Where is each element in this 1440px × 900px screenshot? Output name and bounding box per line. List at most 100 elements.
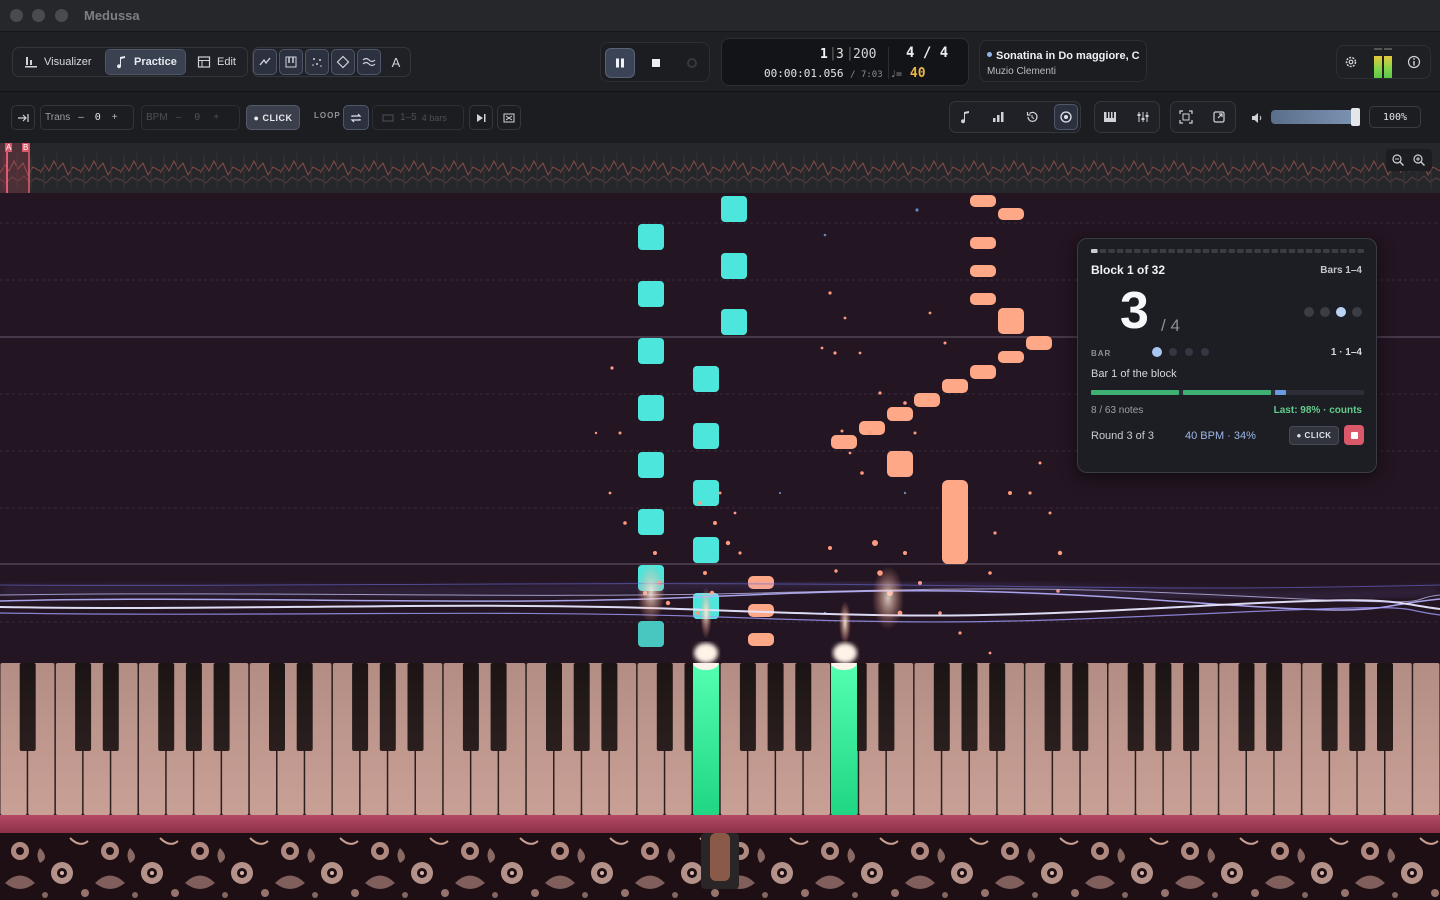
bpm-plus[interactable]: + — [209, 112, 223, 123]
loop-icon — [350, 113, 362, 122]
black-key[interactable] — [601, 663, 618, 751]
fullscreen-button[interactable] — [1174, 104, 1198, 130]
history-button[interactable] — [1020, 104, 1044, 130]
mixer-button[interactable] — [1131, 104, 1155, 130]
bar-dots — [1152, 347, 1209, 357]
black-key[interactable] — [1155, 663, 1172, 751]
jump-start-button[interactable] — [11, 105, 35, 130]
black-key[interactable] — [573, 663, 590, 751]
black-key[interactable] — [296, 663, 313, 751]
transpose-plus[interactable]: + — [108, 112, 122, 123]
black-key[interactable] — [1349, 663, 1366, 751]
record-button[interactable] — [677, 48, 707, 78]
black-key[interactable] — [19, 663, 36, 751]
bpm-minus[interactable]: – — [172, 112, 186, 123]
black-key[interactable] — [213, 663, 230, 751]
black-key[interactable] — [158, 663, 175, 751]
mode-practice-button[interactable]: Practice — [105, 49, 186, 75]
black-key[interactable] — [795, 663, 812, 751]
velocity-button[interactable] — [986, 104, 1010, 130]
piano-keyboard[interactable] — [0, 663, 1440, 815]
black-key[interactable] — [1183, 663, 1200, 751]
info-button[interactable] — [1402, 49, 1426, 75]
black-key[interactable] — [102, 663, 119, 751]
loop-start-button[interactable] — [469, 105, 493, 130]
black-key[interactable] — [933, 663, 950, 751]
keys-tool-button[interactable] — [279, 49, 303, 75]
hand-tool-button[interactable] — [253, 49, 277, 75]
block-dot — [1288, 249, 1296, 253]
black-key[interactable] — [379, 663, 396, 751]
window-close-button[interactable] — [10, 9, 23, 22]
black-key[interactable] — [989, 663, 1006, 751]
target-button[interactable] — [1054, 104, 1078, 130]
zoom-in-icon[interactable] — [1412, 153, 1426, 167]
block-dot — [1357, 249, 1364, 253]
volume-slider[interactable] — [1271, 110, 1359, 124]
black-key[interactable] — [490, 663, 507, 751]
loop-clear-button[interactable] — [497, 105, 521, 130]
black-key[interactable] — [1238, 663, 1255, 751]
level-meter — [1373, 48, 1393, 78]
loop-range[interactable]: 1–5 4 bars — [372, 105, 464, 130]
font-tool-button[interactable]: A — [384, 49, 408, 75]
transpose-minus[interactable]: – — [74, 112, 88, 123]
tempo-display[interactable]: ♩= 40 — [890, 66, 926, 81]
black-key[interactable] — [739, 663, 756, 751]
block-dot — [1297, 249, 1304, 253]
window-minimize-button[interactable] — [32, 9, 45, 22]
black-key[interactable] — [269, 663, 285, 751]
black-key[interactable] — [1072, 663, 1089, 751]
black-key[interactable] — [878, 663, 895, 751]
loop-marker-b[interactable]: B — [22, 143, 30, 152]
black-key[interactable] — [767, 663, 784, 751]
gem-tool-button[interactable] — [331, 49, 355, 75]
black-key[interactable] — [185, 663, 202, 751]
note-display-button[interactable] — [953, 104, 977, 130]
white-key[interactable] — [1413, 663, 1440, 815]
volume-slider-handle[interactable] — [1351, 108, 1360, 126]
volume-button[interactable] — [1245, 105, 1269, 131]
window-maximize-button[interactable] — [55, 9, 68, 22]
mode-visualizer-button[interactable]: Visualizer — [16, 49, 100, 75]
black-key[interactable] — [75, 663, 92, 751]
loop-toggle-button[interactable] — [343, 105, 369, 130]
black-key[interactable] — [1266, 663, 1283, 751]
zoom-level[interactable]: 100% — [1369, 106, 1421, 128]
bpm-value: 0 — [194, 112, 201, 123]
block-dot — [1237, 249, 1244, 253]
popout-button[interactable] — [1207, 104, 1231, 130]
black-key[interactable] — [546, 663, 562, 751]
stop-icon — [1350, 431, 1358, 439]
black-key[interactable] — [1377, 663, 1393, 751]
click-button[interactable]: ● CLICK — [246, 105, 300, 130]
stop-button[interactable] — [641, 48, 671, 78]
last-result: Last: 98% · counts — [1273, 405, 1362, 416]
black-key[interactable] — [407, 663, 424, 751]
piano-button[interactable] — [1098, 104, 1122, 130]
song-info[interactable]: Sonatina in Do maggiore, C Muzio Clement… — [979, 40, 1147, 82]
block-dot — [1185, 249, 1193, 253]
black-key[interactable] — [462, 663, 479, 751]
pause-button[interactable] — [605, 48, 635, 78]
time-signature[interactable]: 4 / 4 — [906, 45, 948, 61]
song-overview[interactable]: A B — [0, 143, 1440, 193]
black-key[interactable] — [352, 663, 369, 751]
keys-icon — [285, 56, 297, 68]
wave-tool-button[interactable] — [357, 49, 381, 75]
block-dot — [1348, 249, 1356, 253]
pressed-key[interactable] — [831, 663, 857, 815]
practice-click-button[interactable]: ● CLICK — [1289, 426, 1339, 445]
black-key[interactable] — [656, 663, 673, 751]
black-key[interactable] — [1127, 663, 1144, 751]
black-key[interactable] — [1321, 663, 1338, 751]
black-key[interactable] — [961, 663, 978, 751]
particles-tool-button[interactable] — [305, 49, 329, 75]
pressed-key[interactable] — [693, 663, 719, 815]
mode-edit-button[interactable]: Edit — [189, 49, 244, 75]
loop-marker-a[interactable]: A — [5, 143, 13, 152]
zoom-out-icon[interactable] — [1391, 153, 1405, 167]
black-key[interactable] — [1044, 663, 1061, 751]
settings-button[interactable] — [1339, 49, 1363, 75]
practice-stop-button[interactable] — [1344, 425, 1364, 445]
